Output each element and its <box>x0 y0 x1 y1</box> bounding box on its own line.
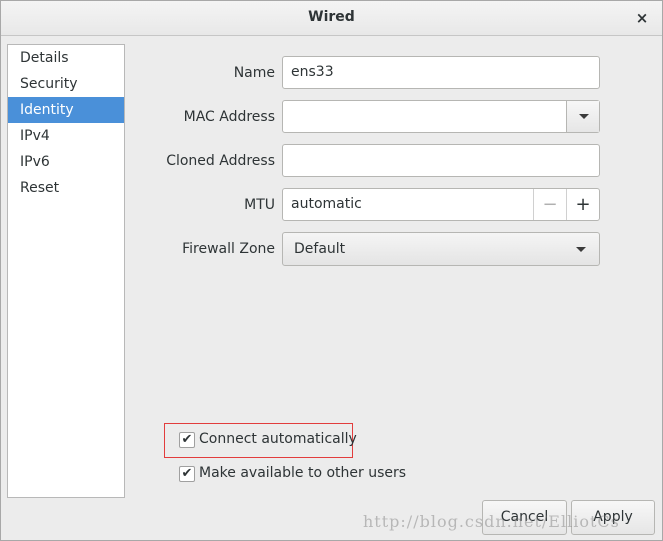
name-field[interactable]: ens33 <box>282 56 600 89</box>
close-icon[interactable]: × <box>632 8 652 28</box>
sidebar-item-ipv6[interactable]: IPv6 <box>8 149 124 175</box>
firewall-zone-label: Firewall Zone <box>182 241 275 257</box>
sidebar: Details Security Identity IPv4 IPv6 Rese… <box>7 44 125 498</box>
watermark-text: http://blog.csdn.net/ElliotCs <box>363 512 620 531</box>
chevron-down-icon <box>576 247 586 252</box>
mac-address-label: MAC Address <box>183 109 275 125</box>
mtu-decrement-button[interactable]: − <box>533 189 566 220</box>
firewall-zone-value: Default <box>294 241 346 257</box>
sidebar-item-security[interactable]: Security <box>8 71 124 97</box>
name-label: Name <box>233 65 275 81</box>
window-title: Wired <box>308 9 355 25</box>
mtu-spinbutton[interactable]: automatic − + <box>282 188 600 221</box>
connect-automatically-checkbox[interactable]: ✔ <box>179 432 195 448</box>
firewall-zone-dropdown[interactable]: Default <box>282 232 600 266</box>
mtu-increment-button[interactable]: + <box>566 189 599 220</box>
mac-address-combo[interactable] <box>282 100 600 133</box>
connect-automatically-label[interactable]: Connect automatically <box>199 431 357 447</box>
sidebar-item-ipv4[interactable]: IPv4 <box>8 123 124 149</box>
mac-address-dropdown-button[interactable] <box>566 101 599 132</box>
mtu-value: automatic <box>291 196 362 212</box>
mtu-label: MTU <box>244 197 275 213</box>
cloned-address-field[interactable] <box>282 144 600 177</box>
available-to-other-users-label[interactable]: Make available to other users <box>199 465 406 481</box>
sidebar-item-details[interactable]: Details <box>8 45 124 71</box>
sidebar-item-identity[interactable]: Identity <box>8 97 124 123</box>
name-value: ens33 <box>291 64 334 80</box>
sidebar-item-reset[interactable]: Reset <box>8 175 124 201</box>
wired-settings-window: Wired × Details Security Identity IPv4 I… <box>0 0 663 541</box>
titlebar: Wired × <box>1 1 662 36</box>
chevron-down-icon <box>579 114 589 119</box>
cloned-address-label: Cloned Address <box>166 153 275 169</box>
available-to-other-users-checkbox[interactable]: ✔ <box>179 466 195 482</box>
